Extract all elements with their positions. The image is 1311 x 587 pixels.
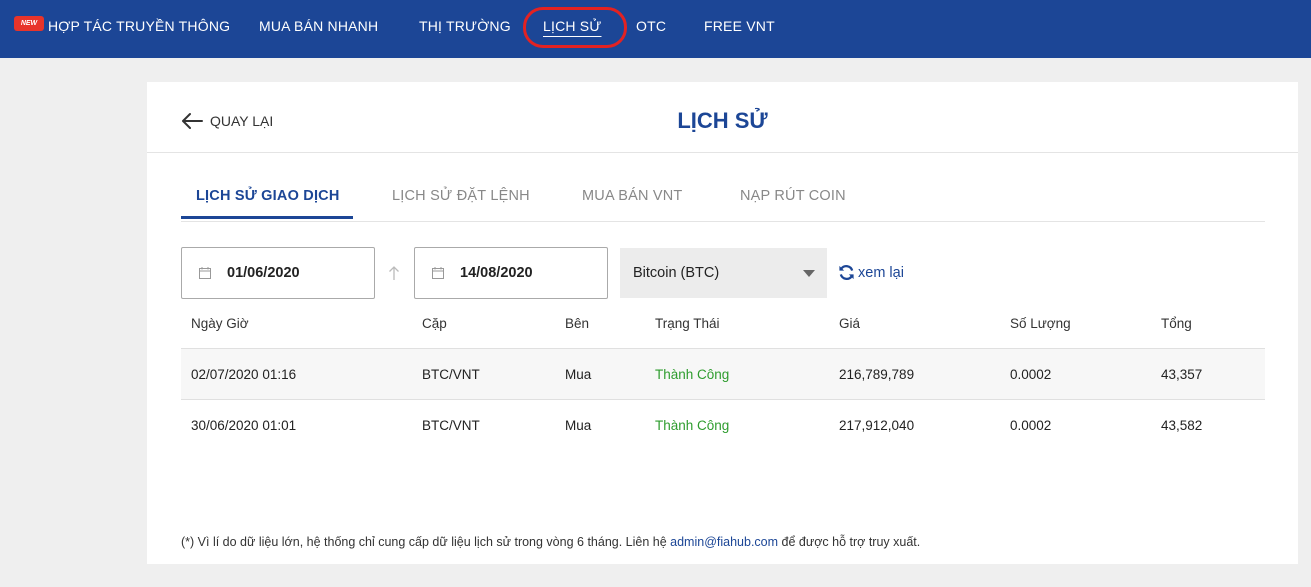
column-header-ben: Bên (565, 315, 590, 331)
column-header-tong: Tổng (1161, 315, 1192, 331)
column-header-ngay-gio: Ngày Giờ (191, 315, 249, 331)
cell-status: Thành Công (655, 366, 730, 382)
cell-pair: BTC/VNT (422, 417, 480, 433)
table-row: 30/06/2020 01:01 BTC/VNT Mua Thành Công … (181, 399, 1265, 450)
from-date-value: 01/06/2020 (227, 265, 300, 281)
tab-nap-rut-coin[interactable]: NẠP RÚT COIN (740, 188, 846, 204)
cell-price: 217,912,040 (839, 417, 915, 433)
reload-button[interactable]: xem lại (838, 264, 904, 281)
nav-item-otc[interactable]: OTC (636, 18, 666, 34)
tab-lich-su-dat-lenh[interactable]: LỊCH SỬ ĐẶT LỆNH (392, 188, 530, 204)
cell-price: 216,789,789 (839, 366, 915, 382)
column-header-cap: Cặp (422, 315, 447, 331)
coin-select-value: Bitcoin (BTC) (633, 265, 720, 281)
refresh-icon (839, 265, 854, 280)
cell-datetime: 30/06/2020 01:01 (191, 417, 297, 433)
cell-total: 43,582 (1161, 417, 1203, 433)
highlight-annotation (523, 7, 627, 48)
history-card: QUAY LẠI LỊCH SỬ LỊCH SỬ GIAO DỊCH LỊCH … (147, 82, 1298, 564)
table-header: Ngày Giờ Cặp Bên Trạng Thái Giá Số Lượng… (181, 298, 1265, 348)
page-title: LỊCH SỬ (677, 108, 768, 133)
table-row: 02/07/2020 01:16 BTC/VNT Mua Thành Công … (181, 348, 1265, 399)
reload-label: xem lại (858, 264, 904, 281)
active-tab-indicator (181, 216, 353, 219)
header-divider (147, 152, 1298, 153)
cell-amount: 0.0002 (1010, 366, 1052, 382)
arrow-up-icon (389, 266, 399, 280)
cell-side: Mua (565, 366, 592, 382)
cell-status: Thành Công (655, 417, 730, 433)
contact-email-link[interactable]: admin@fiahub.com (670, 535, 778, 549)
top-navigation: NEW HỢP TÁC TRUYỀN THÔNG MUA BÁN NHANH T… (0, 0, 1311, 58)
to-date-input[interactable]: 14/08/2020 (414, 247, 608, 299)
cell-side: Mua (565, 417, 592, 433)
from-date-input[interactable]: 01/06/2020 (181, 247, 375, 299)
nav-item-mua-ban-nhanh[interactable]: MUA BÁN NHANH (259, 18, 378, 34)
nav-item-free-vnt[interactable]: FREE VNT (704, 18, 775, 34)
note-prefix: (*) Vì lí do dữ liệu lớn, hệ thống chỉ c… (181, 535, 671, 549)
column-header-trang-thai: Trạng Thái (655, 315, 720, 331)
nav-item-thi-truong[interactable]: THỊ TRƯỜNG (419, 18, 511, 34)
calendar-icon (432, 267, 444, 279)
nav-item-hop-tac[interactable]: HỢP TÁC TRUYỀN THÔNG (48, 18, 230, 34)
tab-mua-ban-vnt[interactable]: MUA BÁN VNT (582, 188, 683, 204)
history-note: (*) Vì lí do dữ liệu lớn, hệ thống chỉ c… (181, 535, 920, 549)
new-badge: NEW (14, 16, 44, 31)
to-date-value: 14/08/2020 (460, 265, 533, 281)
cell-pair: BTC/VNT (422, 366, 480, 382)
cell-datetime: 02/07/2020 01:16 (191, 366, 297, 382)
history-table: Ngày Giờ Cặp Bên Trạng Thái Giá Số Lượng… (181, 298, 1265, 450)
history-tabs: LỊCH SỬ GIAO DỊCH LỊCH SỬ ĐẶT LỆNH MUA B… (181, 178, 1265, 222)
column-header-so-luong: Số Lượng (1010, 315, 1071, 331)
cell-total: 43,357 (1161, 366, 1203, 382)
cell-amount: 0.0002 (1010, 417, 1052, 433)
caret-down-icon (803, 270, 815, 277)
column-header-gia: Giá (839, 315, 861, 331)
note-suffix: để được hỗ trợ truy xuất. (778, 535, 921, 549)
coin-select[interactable]: Bitcoin (BTC) (620, 248, 827, 298)
calendar-icon (199, 267, 211, 279)
tab-lich-su-giao-dich[interactable]: LỊCH SỬ GIAO DỊCH (196, 188, 340, 204)
